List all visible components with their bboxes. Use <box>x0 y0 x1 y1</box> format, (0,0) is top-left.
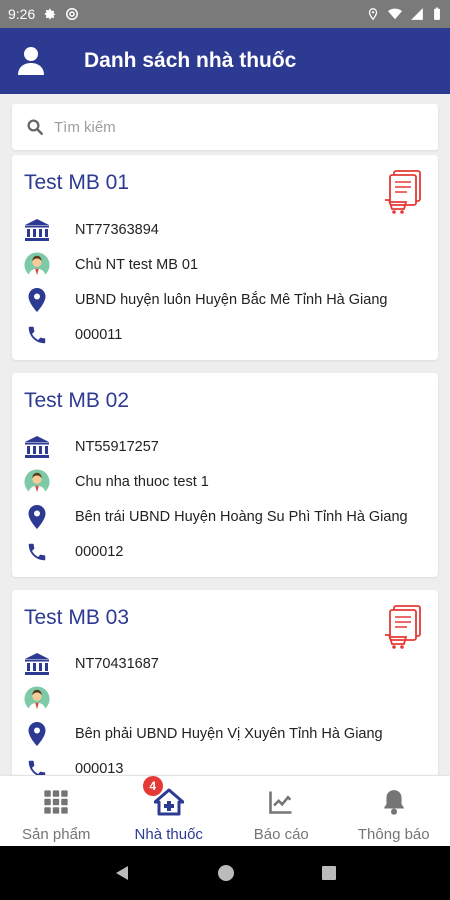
nav-item-pharmacies[interactable]: 4 Nhà thuốc <box>113 776 226 846</box>
pharmacy-phone-row: 000013 <box>24 754 123 775</box>
nav-item-notifications[interactable]: Thông báo <box>338 776 450 846</box>
pharmacy-list: Test MB 01 NT77363894 Chủ NT test MB 01 … <box>0 155 450 775</box>
pharmacy-address-row: Bên trái UBND Huyện Hoàng Su Phì Tỉnh Hà… <box>24 502 408 532</box>
nav-label-notifications: Thông báo <box>357 826 430 843</box>
wifi-icon <box>388 8 402 20</box>
pharmacy-code: NT77363894 <box>75 222 159 238</box>
location-pin-icon <box>28 288 46 312</box>
phone-icon[interactable] <box>26 541 48 563</box>
at-icon <box>66 8 79 20</box>
nav-label-reports: Báo cáo <box>253 826 309 843</box>
owner-avatar-icon <box>24 686 50 713</box>
pharmacy-name: Test MB 02 <box>24 389 130 412</box>
status-bar: 9:26 <box>0 0 450 28</box>
signal-icon <box>411 8 423 20</box>
search-icon <box>27 119 43 135</box>
chart-icon <box>269 791 292 814</box>
phone-icon[interactable] <box>26 758 48 775</box>
owner-avatar-icon <box>24 252 50 279</box>
pharmacy-address: UBND huyện luôn Huyện Bắc Mê Tỉnh Hà Gia… <box>75 292 388 308</box>
pharmacy-code: NT70431687 <box>75 656 159 672</box>
location-pin-icon <box>28 722 46 746</box>
pharmacy-address-row: UBND huyện luôn Huyện Bắc Mê Tỉnh Hà Gia… <box>24 285 387 315</box>
pharmacy-owner: Chủ NT test MB 01 <box>75 257 199 273</box>
back-icon[interactable] <box>113 864 131 882</box>
status-time: 9:26 <box>8 6 36 22</box>
order-cart-icon[interactable] <box>384 604 424 650</box>
battery-icon <box>434 7 440 20</box>
phone-icon[interactable] <box>26 324 48 346</box>
bank-icon <box>25 653 49 675</box>
user-icon[interactable] <box>16 46 46 76</box>
bank-icon <box>25 219 49 241</box>
location-pin-icon <box>28 505 46 529</box>
pharmacy-name: Test MB 01 <box>24 171 130 194</box>
pharmacy-phone-row: 000011 <box>24 320 122 350</box>
pharmacy-owner-row <box>24 684 75 714</box>
pharmacy-code-row: NT77363894 <box>24 215 159 245</box>
recents-icon[interactable] <box>321 865 337 881</box>
bell-icon <box>384 790 404 815</box>
pharmacy-name: Test MB 03 <box>24 606 130 629</box>
pharmacy-address: Bên trái UBND Huyện Hoàng Su Phì Tỉnh Hà… <box>75 509 408 525</box>
page-title: Danh sách nhà thuốc <box>84 49 297 72</box>
pharmacy-address: Bên phải UBND Huyện Vị Xuyên Tỉnh Hà Gia… <box>75 726 383 742</box>
pharmacy-owner-row: Chu nha thuoc test 1 <box>24 467 209 497</box>
notification-badge: 4 <box>142 776 163 796</box>
bottom-navigation: Sản phẩm 4 Nhà thuốc Báo cáo Thông báo <box>0 776 450 846</box>
pharmacy-card[interactable]: Test MB 03 NT70431687 Bên phải UBND Huyệ… <box>12 590 438 775</box>
pharmacy-code: NT55917257 <box>75 439 159 455</box>
pharmacy-owner-row: Chủ NT test MB 01 <box>24 250 198 280</box>
pharmacy-owner: Chu nha thuoc test 1 <box>75 474 209 490</box>
nav-label-products: Sản phẩm <box>22 826 91 843</box>
nav-label-pharmacies: Nhà thuốc <box>134 826 203 843</box>
bank-icon <box>25 436 49 458</box>
nav-item-products[interactable]: Sản phẩm <box>0 776 113 846</box>
pharmacy-code-row: NT70431687 <box>24 649 159 679</box>
pharmacy-phone-row: 000012 <box>24 537 123 567</box>
pharmacy-phone: 000012 <box>75 544 124 560</box>
grid-icon <box>44 790 68 814</box>
search-bar[interactable]: Tìm kiếm <box>12 104 438 150</box>
nav-item-reports[interactable]: Báo cáo <box>225 776 338 846</box>
pharmacy-phone: 000013 <box>75 761 124 775</box>
system-navigation-bar <box>0 846 450 900</box>
pharmacy-card[interactable]: Test MB 02 NT55917257 Chu nha thuoc test… <box>12 373 438 577</box>
settings-icon <box>45 8 56 20</box>
search-input[interactable]: Tìm kiếm <box>54 119 116 136</box>
pharmacy-card[interactable]: Test MB 01 NT77363894 Chủ NT test MB 01 … <box>12 155 438 360</box>
owner-avatar-icon <box>24 469 50 496</box>
pharmacy-address-row: Bên phải UBND Huyện Vị Xuyên Tỉnh Hà Gia… <box>24 719 383 749</box>
pharmacy-phone: 000011 <box>75 327 123 343</box>
order-cart-icon[interactable] <box>384 169 424 215</box>
app-bar: Danh sách nhà thuốc <box>0 28 450 94</box>
home-icon[interactable] <box>217 864 235 882</box>
location-icon <box>368 8 378 21</box>
pharmacy-code-row: NT55917257 <box>24 432 159 462</box>
